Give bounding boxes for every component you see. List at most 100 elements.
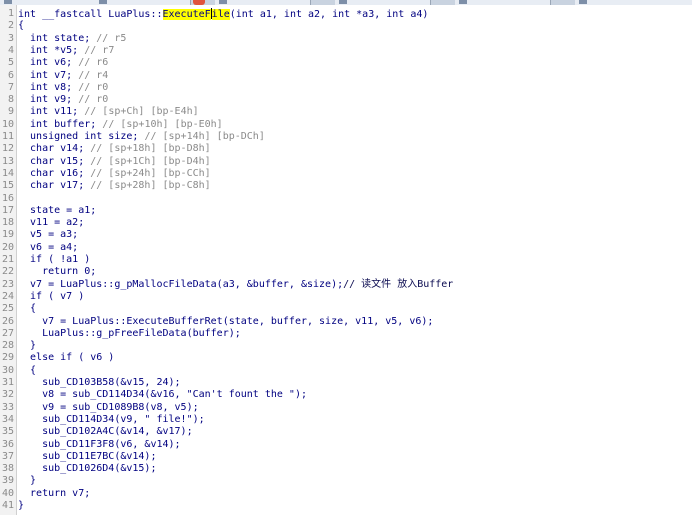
code-text[interactable]: else if ( v6 ) — [18, 352, 114, 364]
code-text[interactable]: char v16; // [sp+24h] [bp-CCh] — [18, 168, 211, 180]
code-line[interactable]: 26 v7 = LuaPlus::ExecuteBufferRet(state,… — [0, 316, 692, 328]
code-line[interactable]: 37 sub_CD11E7BC(&v14); — [0, 451, 692, 463]
code-text[interactable]: unsigned int size; // [sp+14h] [bp-DCh] — [18, 131, 265, 143]
code-text[interactable]: LuaPlus::g_pFreeFileData(buffer); — [18, 328, 241, 340]
code-text[interactable]: sub_CD11E7BC(&v14); — [18, 451, 156, 463]
code-text[interactable]: sub_CD1026D4(&v15); — [18, 463, 156, 475]
code-line[interactable]: 2{ — [0, 20, 692, 32]
code-line[interactable]: 23 v7 = LuaPlus::g_pMallocFileData(a3, &… — [0, 279, 692, 291]
code-line[interactable]: 30 { — [0, 365, 692, 377]
code-token: sub_CD103B58(&v15, 24); — [18, 377, 181, 388]
code-line[interactable]: 1 int __fastcall LuaPlus::ExecuteFile(int… — [0, 8, 692, 20]
code-text[interactable]: sub_CD114D34(v9, " file!"); — [18, 414, 205, 426]
code-line[interactable]: 25 { — [0, 303, 692, 315]
code-line[interactable]: 14 char v16; // [sp+24h] [bp-CCh] — [0, 168, 692, 180]
code-text[interactable]: state = a1; — [18, 205, 96, 217]
code-text[interactable]: } — [18, 475, 36, 487]
code-line[interactable]: 34 sub_CD114D34(v9, " file!"); — [0, 414, 692, 426]
code-line[interactable]: 28 } — [0, 340, 692, 352]
tab-icon — [339, 0, 347, 4]
code-line[interactable]: 31 sub_CD103B58(&v15, 24); — [0, 377, 692, 389]
code-text[interactable]: { — [18, 365, 36, 377]
code-line[interactable]: 19 v5 = a3; — [0, 229, 692, 241]
code-text[interactable]: char v14; // [sp+18h] [bp-D8h] — [18, 143, 211, 155]
code-line[interactable]: 36 sub_CD11F3F8(v6, &v14); — [0, 439, 692, 451]
code-comment: // [sp+1Ch] [bp-D4h] — [90, 155, 211, 167]
tab-label: Pseudocode-C — [353, 0, 424, 2]
line-number: 1 — [7, 8, 14, 19]
code-line[interactable]: 13 char v15; // [sp+1Ch] [bp-D4h] — [0, 156, 692, 168]
code-text[interactable]: if ( v7 ) — [18, 291, 84, 303]
code-comment: // [sp+28h] [bp-C8h] — [90, 180, 211, 192]
code-line[interactable]: 12 char v14; // [sp+18h] [bp-D8h] — [0, 143, 692, 155]
code-line[interactable]: 22 return 0; — [0, 266, 692, 278]
code-line[interactable]: 16 — [0, 193, 692, 205]
code-text[interactable]: v8 = sub_CD114D34(&v16, "Can't fount the… — [18, 389, 307, 401]
code-text[interactable]: return 0; — [18, 266, 96, 278]
code-line[interactable]: 20 v6 = a4; — [0, 242, 692, 254]
code-line[interactable]: 7 int v8; // r0 — [0, 82, 692, 94]
code-token: if ( v7 ) — [18, 290, 85, 302]
code-text[interactable]: v11 = a2; — [18, 217, 84, 229]
code-line[interactable]: 9 int v11; // [sp+Ch] [bp-E4h] — [0, 106, 692, 118]
code-line[interactable]: 10 int buffer; // [sp+10h] [bp-E0h] — [0, 119, 692, 131]
code-text[interactable]: int v8; // r0 — [18, 82, 108, 94]
code-line[interactable]: 11 unsigned int size; // [sp+14h] [bp-DC… — [0, 131, 692, 143]
pseudocode-editor[interactable]: 1 int __fastcall LuaPlus::ExecuteFile(int… — [0, 5, 692, 515]
code-line[interactable]: 8 int v9; // r0 — [0, 94, 692, 106]
code-text[interactable]: if ( !a1 ) — [18, 254, 90, 266]
line-number: 11 — [1, 131, 14, 142]
tab-label: Pseudocode-D — [473, 0, 544, 2]
code-text[interactable]: { — [18, 303, 36, 315]
code-text[interactable]: int buffer; // [sp+10h] [bp-E0h] — [18, 119, 223, 131]
code-comment: // r7 — [84, 44, 115, 56]
code-text[interactable]: return v7; — [18, 488, 90, 500]
code-text[interactable]: v7 = LuaPlus::ExecuteBufferRet(state, bu… — [18, 316, 433, 328]
code-text[interactable]: v9 = sub_CD1089B8(v8, v5); — [18, 402, 199, 414]
code-line[interactable]: 27 LuaPlus::g_pFreeFileData(buffer); — [0, 328, 692, 340]
code-line[interactable]: 29 else if ( v6 ) — [0, 352, 692, 364]
code-text[interactable]: v6 = a4; — [18, 242, 78, 254]
code-line[interactable]: 32 v8 = sub_CD114D34(&v16, "Can't fount … — [0, 389, 692, 401]
line-number: 9 — [7, 106, 14, 118]
code-line[interactable]: 15 char v17; // [sp+28h] [bp-C8h] — [0, 180, 692, 192]
code-text[interactable]: int __fastcall LuaPlus::ExecuteFile(int … — [18, 8, 428, 21]
code-line[interactable]: 35 sub_CD102A4C(&v14, &v17); — [0, 426, 692, 438]
code-text[interactable]: } — [18, 500, 24, 512]
code-line[interactable]: 4 int *v5; // r7 — [0, 45, 692, 57]
code-line[interactable]: 3 int state; // r5 — [0, 33, 692, 45]
code-line[interactable]: 24 if ( v7 ) — [0, 291, 692, 303]
code-line[interactable]: 17 state = a1; — [0, 205, 692, 217]
code-line[interactable]: 5 int v6; // r6 — [0, 57, 692, 69]
code-line[interactable]: 39 } — [0, 475, 692, 487]
tab-label: Hex View-1 — [593, 0, 649, 2]
code-text[interactable]: int v7; // r4 — [18, 70, 108, 82]
code-text[interactable]: sub_CD11F3F8(v6, &v14); — [18, 439, 180, 451]
code-text[interactable]: char v15; // [sp+1Ch] [bp-D4h] — [18, 156, 211, 168]
code-line[interactable]: 21 if ( !a1 ) — [0, 254, 692, 266]
code-line[interactable]: 40 return v7; — [0, 488, 692, 500]
line-number: 24 — [1, 290, 14, 302]
code-text[interactable]: v5 = a3; — [18, 229, 78, 241]
code-line[interactable]: 6 int v7; // r4 — [0, 70, 692, 82]
code-token: sub_CD11E7BC(&v14); — [18, 450, 157, 462]
code-text[interactable]: int v11; // [sp+Ch] [bp-E4h] — [18, 106, 199, 118]
code-line[interactable]: 33 v9 = sub_CD1089B8(v8, v5); — [0, 402, 692, 414]
code-line[interactable]: 38 sub_CD1026D4(&v15); — [0, 463, 692, 475]
code-token: unsigned int size; — [18, 131, 145, 142]
code-text[interactable]: { — [18, 20, 24, 32]
line-number: 28 — [1, 340, 14, 352]
code-text[interactable]: int v9; // r0 — [18, 94, 108, 106]
line-number: 2 — [7, 20, 14, 32]
code-text[interactable]: int *v5; // r7 — [18, 45, 114, 57]
code-text[interactable]: } — [18, 340, 36, 352]
code-text[interactable]: int v6; // r6 — [18, 57, 108, 69]
code-line[interactable]: 41} — [0, 500, 692, 512]
code-text[interactable]: v7 = LuaPlus::g_pMallocFileData(a3, &buf… — [18, 279, 453, 291]
code-text[interactable]: sub_CD102A4C(&v14, &v17); — [18, 426, 193, 438]
code-text[interactable]: int state; // r5 — [18, 33, 126, 45]
code-text[interactable]: char v17; // [sp+28h] [bp-C8h] — [18, 180, 211, 192]
code-text[interactable]: sub_CD103B58(&v15, 24); — [18, 377, 181, 389]
code-token: // 读文件 放入Buffer — [343, 278, 454, 290]
code-line[interactable]: 18 v11 = a2; — [0, 217, 692, 229]
